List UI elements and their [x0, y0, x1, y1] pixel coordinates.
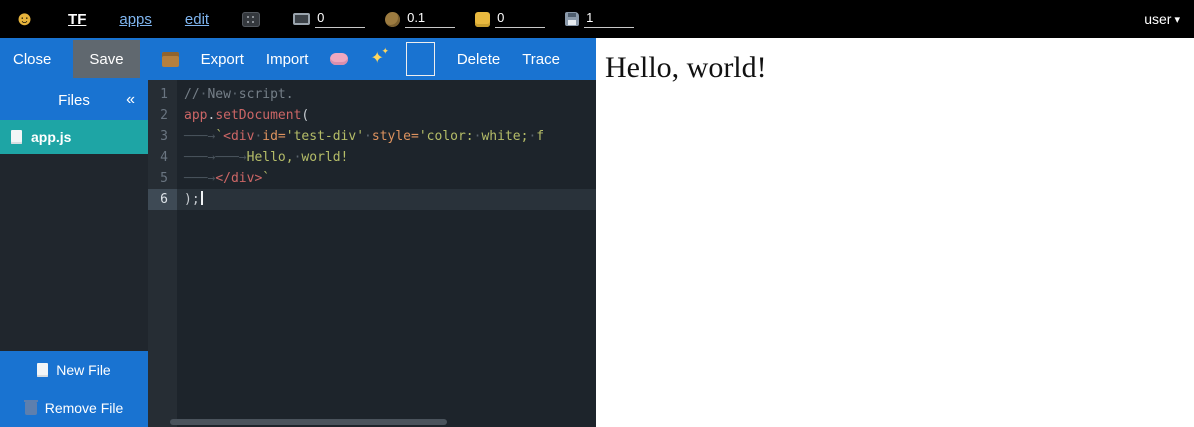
- line-number: 4: [148, 147, 177, 168]
- close-button[interactable]: Close: [13, 51, 51, 68]
- horizontal-scrollbar: [148, 419, 596, 426]
- stat-floppy[interactable]: 1: [565, 10, 634, 28]
- code-line[interactable]: );: [177, 189, 596, 210]
- sidebar-filler: [0, 154, 148, 351]
- sidebar-actions: New File Remove File: [0, 351, 148, 427]
- floppy-icon: [565, 12, 579, 26]
- line-number: 1: [148, 84, 177, 105]
- line-number-gutter: 123456: [148, 80, 177, 427]
- workspace: Files « app.js New File Remove File 12345…: [0, 80, 596, 427]
- keypad-icon[interactable]: [242, 12, 260, 27]
- line-number: 5: [148, 168, 177, 189]
- code-line[interactable]: ───→`<div·id='test-div'·style='color:·wh…: [177, 126, 596, 147]
- collapse-sidebar-button[interactable]: «: [126, 91, 135, 109]
- trash-icon: [25, 402, 37, 415]
- code-line[interactable]: //·New·script.: [177, 84, 596, 105]
- page-icon: [37, 363, 48, 377]
- package-icon[interactable]: [162, 52, 179, 67]
- note-icon: [475, 12, 490, 27]
- nav-apps-link[interactable]: apps: [119, 11, 152, 28]
- sidebar: Files « app.js New File Remove File: [0, 80, 148, 427]
- toolbar: Close Save Export Import ✦ Delete Trace: [0, 38, 596, 80]
- code-line[interactable]: ───→───→Hello,·world!: [177, 147, 596, 168]
- stat-timer[interactable]: 0.1: [385, 10, 455, 28]
- logo-emoji[interactable]: ☻: [14, 9, 35, 29]
- remove-file-button[interactable]: Remove File: [0, 389, 148, 427]
- delete-button[interactable]: Delete: [457, 51, 500, 68]
- scrollbar-thumb[interactable]: [170, 419, 447, 425]
- line-number: 3: [148, 126, 177, 147]
- soap-icon[interactable]: [330, 53, 348, 65]
- user-label: user: [1144, 11, 1171, 27]
- import-button[interactable]: Import: [266, 51, 309, 68]
- stat-note-value[interactable]: 0: [495, 10, 545, 28]
- code-line[interactable]: ───→</div>`: [177, 168, 596, 189]
- file-item-app.js[interactable]: app.js: [0, 120, 148, 154]
- code-editor[interactable]: 123456 //·New·script.app.setDocument(───…: [148, 80, 596, 427]
- stat-floppy-value[interactable]: 1: [584, 10, 634, 28]
- blank-input[interactable]: [406, 42, 435, 76]
- page-icon: [11, 130, 22, 144]
- sparkles-icon[interactable]: ✦: [370, 51, 383, 67]
- timer-icon: [385, 12, 400, 27]
- file-label: app.js: [31, 129, 71, 145]
- user-menu[interactable]: user ▾: [1144, 11, 1180, 27]
- editor-column: Close Save Export Import ✦ Delete Trace …: [0, 38, 596, 427]
- rendered-output-text: Hello, world!: [596, 38, 1194, 85]
- brand-link[interactable]: TF: [68, 11, 86, 28]
- code-line[interactable]: app.setDocument(: [177, 105, 596, 126]
- files-header: Files «: [0, 80, 148, 120]
- stat-monitor-value[interactable]: 0: [315, 10, 365, 28]
- caret-down-icon: ▾: [1174, 13, 1180, 26]
- trace-button[interactable]: Trace: [522, 51, 560, 68]
- save-button[interactable]: Save: [73, 40, 139, 78]
- topbar: ☻ TF apps edit 0 0.1 0 1 user ▾: [0, 0, 1194, 38]
- action-label: New File: [56, 362, 110, 378]
- text-cursor: [201, 191, 203, 205]
- file-list: app.js: [0, 120, 148, 154]
- stat-timer-value[interactable]: 0.1: [405, 10, 455, 28]
- line-number: 2: [148, 105, 177, 126]
- stat-monitor[interactable]: 0: [293, 10, 365, 28]
- line-number: 6: [148, 189, 177, 210]
- monitor-icon: [293, 13, 310, 25]
- action-label: Remove File: [45, 400, 124, 416]
- stat-note[interactable]: 0: [475, 10, 545, 28]
- app-window: ☻ TF apps edit 0 0.1 0 1 user ▾ Close Save …: [0, 0, 1194, 427]
- export-button[interactable]: Export: [201, 51, 244, 68]
- code-area[interactable]: //·New·script.app.setDocument(───→`<div·…: [177, 80, 596, 427]
- topbar-stats: 0 0.1 0 1: [293, 10, 634, 28]
- new-file-button[interactable]: New File: [0, 351, 148, 389]
- main-body: Close Save Export Import ✦ Delete Trace …: [0, 38, 1194, 427]
- nav-edit-link[interactable]: edit: [185, 11, 209, 28]
- files-header-label: Files: [58, 92, 90, 109]
- preview-pane: Hello, world!: [596, 38, 1194, 427]
